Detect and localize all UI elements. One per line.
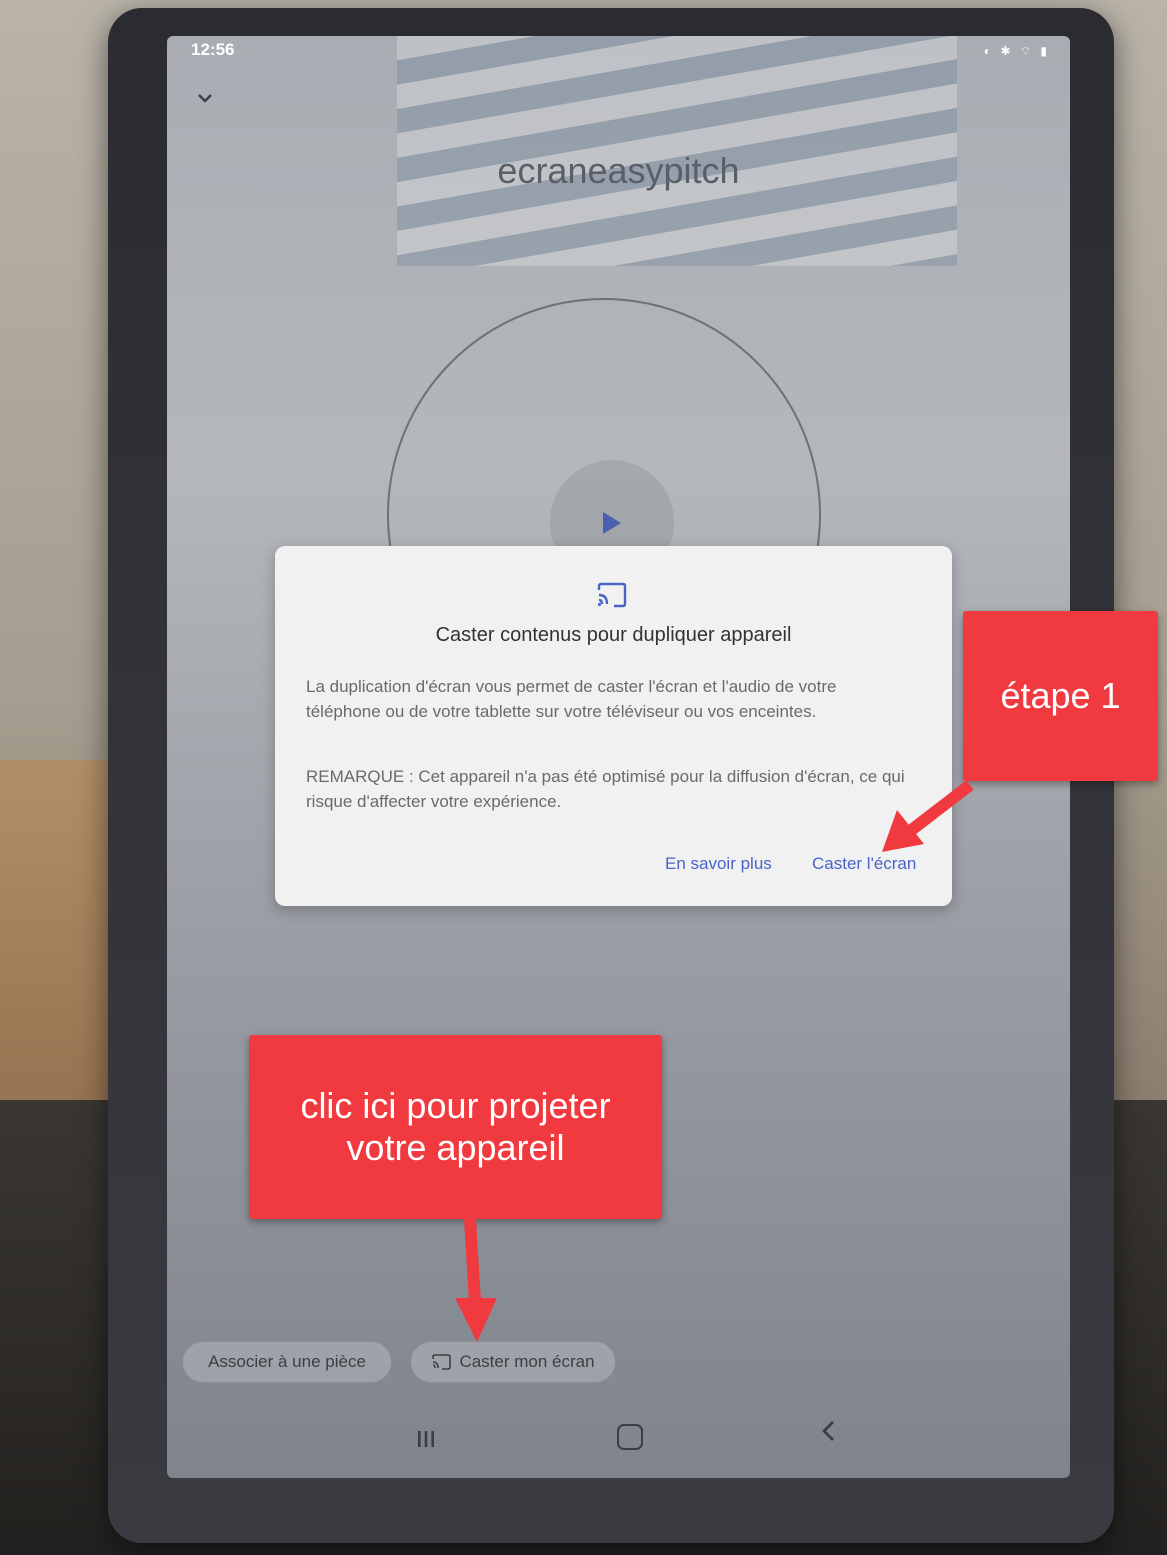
assign-room-label: Associer à une pièce xyxy=(208,1352,366,1371)
cast-dialog: Caster contenus pour dupliquer appareil … xyxy=(275,546,952,906)
chevron-down-icon[interactable] xyxy=(195,88,215,108)
step-callout: étape 1 xyxy=(963,611,1158,781)
assign-room-button[interactable]: Associer à une pièce xyxy=(182,1341,392,1383)
back-icon[interactable] xyxy=(817,1418,841,1444)
click-here-callout: clic ici pour projeter votre appareil xyxy=(249,1035,662,1219)
tablet-screen: 12:56 ◐ ✱ ⌔ ▮ ecraneasypitch Caster cont… xyxy=(167,36,1070,1478)
click-line-2: votre appareil xyxy=(346,1127,565,1168)
cast-icon xyxy=(597,582,627,608)
recent-apps-icon[interactable] xyxy=(415,1428,437,1450)
cast-my-screen-button[interactable]: Caster mon écran xyxy=(410,1341,616,1383)
step-label: étape 1 xyxy=(1000,675,1121,716)
navigation-bar xyxy=(167,1404,1070,1478)
dialog-title: Caster contenus pour dupliquer appareil xyxy=(435,624,792,646)
cast-screen-button[interactable]: Caster l'écran xyxy=(812,854,916,874)
status-time: 12:56 xyxy=(191,40,235,59)
device-name: ecraneasypitch xyxy=(497,150,740,191)
home-icon[interactable] xyxy=(617,1424,643,1450)
cast-my-screen-label: Caster mon écran xyxy=(459,1352,595,1371)
click-line-1: clic ici pour projeter xyxy=(300,1085,611,1126)
play-icon xyxy=(603,512,621,534)
status-icons: ◐ ✱ ⌔ ▮ xyxy=(983,44,1050,58)
learn-more-button[interactable]: En savoir plus xyxy=(665,854,772,874)
dialog-body: La duplication d'écran vous permet de ca… xyxy=(306,677,837,721)
cast-icon xyxy=(432,1354,452,1370)
dialog-note: REMARQUE : Cet appareil n'a pas été opti… xyxy=(306,767,905,811)
